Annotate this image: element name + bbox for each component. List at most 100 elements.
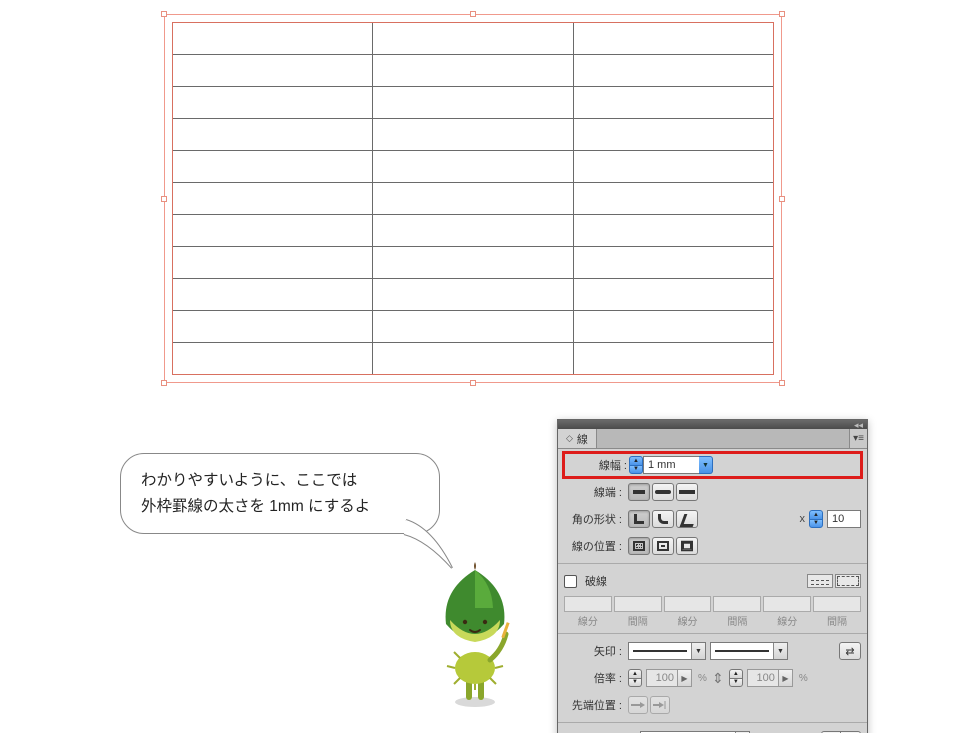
selection-handle-top-right[interactable] bbox=[779, 11, 785, 17]
align-center-button[interactable] bbox=[628, 537, 650, 555]
link-scale-icon[interactable]: ⇕ bbox=[711, 667, 725, 689]
miter-limit-stepper[interactable]: ▲ ▼ bbox=[809, 510, 823, 528]
stepper-up-icon[interactable]: ▲ bbox=[729, 669, 743, 678]
table-cell[interactable] bbox=[173, 119, 373, 151]
arrow-end-combo[interactable]: ▼ bbox=[710, 642, 788, 660]
table-cell[interactable] bbox=[573, 343, 773, 375]
table-cell[interactable] bbox=[373, 247, 573, 279]
selection-handle-bottom-right[interactable] bbox=[779, 380, 785, 386]
table-cell[interactable] bbox=[573, 119, 773, 151]
table-cell[interactable] bbox=[373, 87, 573, 119]
scale-start-input[interactable]: 100 bbox=[646, 669, 678, 687]
dash-value-input[interactable] bbox=[813, 596, 861, 612]
table-cell[interactable] bbox=[373, 151, 573, 183]
table-cell[interactable] bbox=[173, 311, 373, 343]
swap-arrowheads-button[interactable]: ⇄ bbox=[839, 642, 861, 660]
table-cell[interactable] bbox=[573, 183, 773, 215]
dash-field-label: 線分 bbox=[678, 613, 698, 628]
stroke-width-dropdown-button[interactable]: ▼ bbox=[699, 456, 713, 474]
table-cell[interactable] bbox=[173, 151, 373, 183]
tip-at-end-button[interactable] bbox=[650, 696, 670, 714]
selection-handle-bottom-mid[interactable] bbox=[470, 380, 476, 386]
stepper-up-icon[interactable]: ▲ bbox=[628, 669, 642, 678]
table-cell[interactable] bbox=[373, 119, 573, 151]
dash-value-input[interactable] bbox=[564, 596, 612, 612]
dash-field: 線分 bbox=[564, 596, 612, 628]
dash-value-input[interactable] bbox=[763, 596, 811, 612]
dash-align-corners-button[interactable] bbox=[835, 574, 861, 588]
stroke-width-input[interactable]: 1 mm bbox=[643, 456, 699, 474]
table-cell[interactable] bbox=[173, 215, 373, 247]
arrows-label: 矢印 : bbox=[564, 643, 624, 659]
selection-handle-bottom-left[interactable] bbox=[161, 380, 167, 386]
table-cell[interactable] bbox=[573, 87, 773, 119]
collapse-panel-icon[interactable]: ◂◂ bbox=[854, 421, 863, 430]
cap-butt-button[interactable] bbox=[628, 483, 650, 501]
scale-end-menu-button[interactable]: ▶ bbox=[779, 669, 793, 687]
table-cell[interactable] bbox=[573, 215, 773, 247]
dash-field: 線分 bbox=[763, 596, 811, 628]
scale-end-input[interactable]: 100 bbox=[747, 669, 779, 687]
table-cell[interactable] bbox=[373, 23, 573, 55]
selection-handle-mid-right[interactable] bbox=[779, 196, 785, 202]
table-cell[interactable] bbox=[173, 183, 373, 215]
selection-bounding-box[interactable] bbox=[164, 14, 782, 383]
dash-value-input[interactable] bbox=[713, 596, 761, 612]
table-cell[interactable] bbox=[173, 23, 373, 55]
table-cell[interactable] bbox=[573, 55, 773, 87]
miter-limit-input[interactable]: 10 bbox=[827, 510, 861, 528]
stepper-down-icon[interactable]: ▼ bbox=[729, 678, 743, 688]
table-cell[interactable] bbox=[173, 247, 373, 279]
scale-end-box: 100 ▶ bbox=[747, 669, 793, 687]
dash-field: 線分 bbox=[664, 596, 712, 628]
table-cell[interactable] bbox=[173, 55, 373, 87]
corner-round-button[interactable] bbox=[652, 510, 674, 528]
table-object[interactable] bbox=[172, 22, 774, 375]
scale-start-stepper[interactable]: ▲ ▼ bbox=[628, 669, 642, 687]
table-cell[interactable] bbox=[573, 311, 773, 343]
scale-start-percent: % bbox=[698, 673, 707, 684]
stepper-up-icon[interactable]: ▲ bbox=[809, 510, 823, 519]
tab-stroke[interactable]: ◇ 線 bbox=[558, 429, 597, 448]
table-row bbox=[173, 183, 774, 215]
dash-value-input[interactable] bbox=[614, 596, 662, 612]
table-cell[interactable] bbox=[373, 183, 573, 215]
corner-miter-button[interactable] bbox=[628, 510, 650, 528]
stepper-down-icon[interactable]: ▼ bbox=[629, 465, 643, 475]
dash-value-input[interactable] bbox=[664, 596, 712, 612]
table-cell[interactable] bbox=[373, 55, 573, 87]
selection-handle-top-mid[interactable] bbox=[470, 11, 476, 17]
table-cell[interactable] bbox=[373, 311, 573, 343]
arrow-start-combo[interactable]: ▼ bbox=[628, 642, 706, 660]
panel-menu-button[interactable]: ▾≡ bbox=[849, 429, 867, 448]
table-cell[interactable] bbox=[173, 87, 373, 119]
table-cell[interactable] bbox=[373, 215, 573, 247]
stepper-up-icon[interactable]: ▲ bbox=[629, 456, 643, 465]
panel-titlebar[interactable]: ◂◂ bbox=[558, 420, 867, 429]
dash-preserve-exact-button[interactable] bbox=[807, 574, 833, 588]
tip-extend-button[interactable] bbox=[628, 696, 648, 714]
table-cell[interactable] bbox=[173, 343, 373, 375]
selection-handle-mid-left[interactable] bbox=[161, 196, 167, 202]
corner-bevel-button[interactable] bbox=[676, 510, 698, 528]
align-outside-button[interactable] bbox=[676, 537, 698, 555]
selection-handle-top-left[interactable] bbox=[161, 11, 167, 17]
table-cell[interactable] bbox=[373, 343, 573, 375]
stepper-down-icon[interactable]: ▼ bbox=[628, 678, 642, 688]
stepper-down-icon[interactable]: ▼ bbox=[809, 519, 823, 529]
scale-start-menu-button[interactable]: ▶ bbox=[678, 669, 692, 687]
table-cell[interactable] bbox=[373, 279, 573, 311]
stroke-width-stepper[interactable]: ▲ ▼ bbox=[629, 456, 643, 474]
cap-projecting-button[interactable] bbox=[676, 483, 698, 501]
scale-end-stepper[interactable]: ▲ ▼ bbox=[729, 669, 743, 687]
expand-collapse-icon[interactable]: ◇ bbox=[566, 433, 573, 444]
table-cell[interactable] bbox=[573, 151, 773, 183]
table-cell[interactable] bbox=[573, 247, 773, 279]
align-inside-button[interactable] bbox=[652, 537, 674, 555]
table-cell[interactable] bbox=[173, 279, 373, 311]
table-cell[interactable] bbox=[573, 23, 773, 55]
dashed-checkbox[interactable] bbox=[564, 575, 577, 588]
table-cell[interactable] bbox=[573, 279, 773, 311]
cap-round-button[interactable] bbox=[652, 483, 674, 501]
panel-tab-strip: ◇ 線 ▾≡ bbox=[558, 429, 867, 449]
